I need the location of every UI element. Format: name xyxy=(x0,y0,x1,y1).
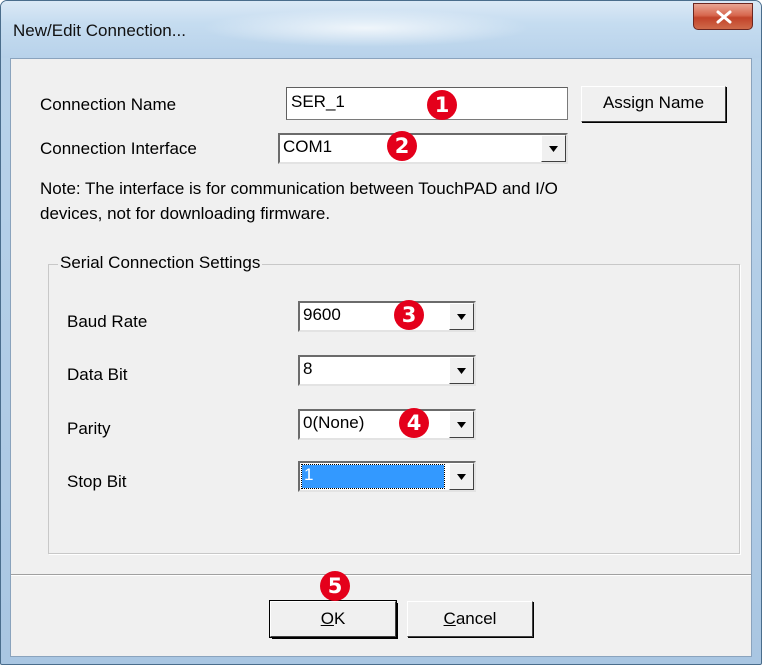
parity-label: Parity xyxy=(67,419,111,438)
close-button[interactable] xyxy=(693,3,753,30)
title-bar-glow xyxy=(201,9,531,47)
data-bit-label: Data Bit xyxy=(67,365,128,384)
chevron-down-icon xyxy=(457,367,466,374)
stop-bit-dropdown[interactable]: 1 xyxy=(298,461,476,492)
assign-name-label: Assign Name xyxy=(602,93,705,112)
dialog-client-area: Connection Name SER_1 Assign Name Connec… xyxy=(10,58,752,657)
data-bit-value: 8 xyxy=(303,359,313,378)
connection-name-label: Connection Name xyxy=(40,95,177,114)
chevron-down-icon xyxy=(457,421,466,428)
stop-bit-label: Stop Bit xyxy=(67,472,127,491)
chevron-down-icon xyxy=(457,473,466,480)
ok-mnemonic: O xyxy=(320,609,334,628)
baud-rate-value: 9600 xyxy=(303,305,341,324)
footer-separator xyxy=(11,574,751,576)
annotation-badge-1: 1 xyxy=(427,90,457,120)
dropdown-arrow-button[interactable] xyxy=(541,135,566,162)
chevron-down-icon xyxy=(549,145,558,152)
dropdown-arrow-button[interactable] xyxy=(449,463,474,490)
window-title: New/Edit Connection... xyxy=(13,21,186,40)
parity-value: 0(None) xyxy=(303,413,365,432)
ok-label-rest: K xyxy=(333,609,346,628)
connection-interface-dropdown[interactable]: COM1 xyxy=(278,133,568,164)
note-line-2: devices, not for downloading firmware. xyxy=(40,204,331,223)
dropdown-arrow-button[interactable] xyxy=(449,411,474,438)
cancel-mnemonic: C xyxy=(443,609,456,628)
cancel-label-rest: ancel xyxy=(455,609,497,628)
data-bit-dropdown[interactable]: 8 xyxy=(298,355,476,386)
annotation-badge-2: 2 xyxy=(387,131,417,161)
parity-dropdown[interactable]: 0(None) xyxy=(298,409,476,440)
stop-bit-value: 1 xyxy=(301,464,445,489)
dropdown-arrow-button[interactable] xyxy=(449,357,474,384)
connection-name-value: SER_1 xyxy=(291,92,345,111)
dialog-window: New/Edit Connection... Connection Name S… xyxy=(0,0,762,665)
close-icon xyxy=(716,10,732,24)
dropdown-arrow-button[interactable] xyxy=(449,303,474,330)
serial-group-title: Serial Connection Settings xyxy=(58,253,263,273)
connection-interface-value: COM1 xyxy=(283,137,333,156)
chevron-down-icon xyxy=(457,313,466,320)
cancel-button[interactable]: Cancel xyxy=(407,601,533,637)
baud-rate-label: Baud Rate xyxy=(67,312,148,331)
connection-interface-label: Connection Interface xyxy=(40,139,197,158)
annotation-badge-3: 3 xyxy=(394,300,424,330)
assign-name-button[interactable]: Assign Name xyxy=(581,86,726,122)
title-bar[interactable]: New/Edit Connection... xyxy=(1,1,761,58)
annotation-badge-5: 5 xyxy=(320,571,350,601)
note-line-1: Note: The interface is for communication… xyxy=(40,179,558,198)
annotation-badge-4: 4 xyxy=(399,408,429,438)
baud-rate-dropdown[interactable]: 9600 xyxy=(298,301,476,332)
ok-button[interactable]: OK xyxy=(270,601,396,637)
